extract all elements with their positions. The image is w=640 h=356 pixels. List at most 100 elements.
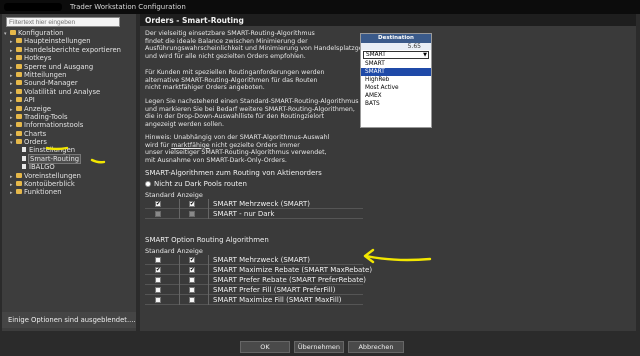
folder-icon xyxy=(16,71,22,77)
standard-checkbox[interactable] xyxy=(155,287,161,293)
folder-icon xyxy=(16,172,22,178)
doc-icon xyxy=(22,155,26,161)
destination-selected: SMART xyxy=(366,52,386,58)
option-section-title: SMART Option Routing Algorithmen xyxy=(145,236,269,244)
filter-input[interactable] xyxy=(6,17,120,27)
tree-item[interactable]: ▸ Voreinstellungen xyxy=(4,172,134,180)
dark-pools-label: Nicht zu Dark Pools routen xyxy=(154,180,247,188)
folder-icon xyxy=(16,122,22,128)
destination-select[interactable]: SMART ▼ xyxy=(363,51,429,59)
intro-paragraph-3: Legen Sie nachstehend einen Standard-SMA… xyxy=(145,98,372,128)
standard-checkbox[interactable] xyxy=(155,277,161,283)
tree-item[interactable]: ▸ Hotkeys xyxy=(4,54,134,62)
cancel-button[interactable]: Abbrechen xyxy=(348,341,404,353)
tree-item[interactable]: ▸ Mitteilungen xyxy=(4,71,134,79)
folder-icon xyxy=(10,30,16,35)
algorithm-name: SMART Prefer Fill (SMART PreferFill) xyxy=(208,285,363,295)
folder-icon xyxy=(16,80,22,86)
tree-item[interactable]: ▸ Charts xyxy=(4,130,134,138)
standard-checkbox[interactable]: ✔ xyxy=(155,201,161,207)
ok-button[interactable]: OK xyxy=(240,341,290,353)
page-title: Orders - Smart-Routing xyxy=(145,16,244,25)
standard-checkbox[interactable] xyxy=(155,211,161,217)
display-checkbox[interactable] xyxy=(189,297,195,303)
tree-item[interactable]: ▸ Sound-Manager xyxy=(4,79,134,87)
column-divider xyxy=(179,255,180,265)
tree-item[interactable]: IBALGO xyxy=(4,163,134,171)
destination-option[interactable]: SMART xyxy=(361,68,431,76)
destination-option[interactable]: HighReb xyxy=(361,76,431,84)
option-col-anzeige: Anzeige xyxy=(177,247,203,255)
hidden-options-link[interactable]: Einige Optionen sind ausgeblendet.... xyxy=(2,312,136,328)
standard-checkbox[interactable]: ✔ xyxy=(155,267,161,273)
tree-item[interactable]: ▾ Orders xyxy=(4,138,134,146)
content-panel: Orders - Smart-Routing Der vielseitig ei… xyxy=(140,14,636,331)
display-checkbox[interactable]: ✔ xyxy=(189,267,195,273)
column-divider xyxy=(179,199,180,209)
tree-item[interactable]: Smart-Routing xyxy=(4,153,134,164)
display-checkbox[interactable] xyxy=(189,277,195,283)
redacted-area xyxy=(4,3,62,11)
algorithm-name: SMART Mehrzweck (SMART) xyxy=(208,255,363,265)
tree-item-label: Informationstools xyxy=(24,121,84,130)
hint-link[interactable]: marktfähige xyxy=(171,142,209,149)
tree-item[interactable]: ▸ Sperre und Ausgang xyxy=(4,63,134,71)
title-bar: Trader Workstation Configuration xyxy=(0,0,640,14)
doc-icon xyxy=(22,164,26,170)
intro-paragraph-2: Für Kunden mit speziellen Routinganforde… xyxy=(145,69,325,91)
tree-item-label: Charts xyxy=(24,129,47,138)
algorithm-name: SMART Maximize Fill (SMART MaxFill) xyxy=(208,295,363,305)
stock-section-title: SMART-Algorithmen zum Routing von Aktien… xyxy=(145,169,322,177)
column-divider xyxy=(179,265,180,275)
tree-item[interactable]: ▸ API xyxy=(4,96,134,104)
window-title: Trader Workstation Configuration xyxy=(70,3,186,11)
tree-item-label: Smart-Routing xyxy=(27,153,82,164)
tree-item-label: Handelsberichte exportieren xyxy=(24,45,121,54)
destination-option[interactable]: Most Active xyxy=(361,84,431,92)
standard-checkbox[interactable] xyxy=(155,297,161,303)
tree-item[interactable]: ▸ Volatilität und Analyse xyxy=(4,88,134,96)
destination-option[interactable]: SMART xyxy=(361,60,431,68)
tree-item[interactable]: ▸ Handelsberichte exportieren xyxy=(4,46,134,54)
folder-icon xyxy=(16,105,22,111)
apply-button[interactable]: Übernehmen xyxy=(294,341,344,353)
tree-item-label: Voreinstellungen xyxy=(24,171,81,180)
tree-item-label: Sound-Manager xyxy=(24,79,78,88)
folder-icon xyxy=(16,55,22,61)
tree-item[interactable]: ▸ Informationstools xyxy=(4,121,134,129)
destination-header: Destination xyxy=(361,34,431,43)
destination-price: 5.65 xyxy=(361,43,431,50)
algorithm-name: SMART - nur Dark xyxy=(208,209,363,219)
display-checkbox[interactable] xyxy=(189,211,195,217)
table-row: ✔ ✔ SMART Maximize Rebate (SMART MaxRebate… xyxy=(145,265,372,275)
folder-icon xyxy=(16,63,22,69)
radio-icon[interactable] xyxy=(145,180,151,187)
standard-checkbox[interactable] xyxy=(155,257,161,263)
stock-col-standard: Standard xyxy=(145,191,175,199)
tree-item[interactable]: ▸ Kontoüberblick xyxy=(4,180,134,188)
tree-item-label: Haupteinstellungen xyxy=(24,37,91,46)
tree-item-label: Orders xyxy=(24,138,47,147)
dark-pools-option[interactable]: Nicht zu Dark Pools routen xyxy=(145,180,247,188)
tree-item[interactable]: ▸ Anzeige xyxy=(4,105,134,113)
tree-item[interactable]: ▾ Konfiguration xyxy=(4,29,134,37)
config-tree: ▾ Konfiguration ▸ Haupteinstellungen ▸ Handel… xyxy=(4,29,134,197)
tree-item-label: IBALGO xyxy=(29,163,55,172)
display-checkbox[interactable] xyxy=(189,287,195,293)
tree-item[interactable]: ▸ Funktionen xyxy=(4,188,134,196)
tree-item[interactable]: Einstellungen xyxy=(4,146,134,154)
destination-option[interactable]: BATS xyxy=(361,100,431,108)
tree-item[interactable]: ▸ Haupteinstellungen xyxy=(4,37,134,45)
tree-item-label: Einstellungen xyxy=(29,146,76,155)
display-checkbox[interactable]: ✔ xyxy=(189,201,195,207)
doc-icon xyxy=(22,147,26,153)
display-checkbox[interactable]: ✔ xyxy=(189,257,195,263)
column-divider xyxy=(179,275,180,285)
tree-item[interactable]: ▸ Trading-Tools xyxy=(4,113,134,121)
destination-option[interactable]: AMEX xyxy=(361,92,431,100)
column-divider xyxy=(179,295,180,305)
folder-icon xyxy=(16,97,22,103)
tree-item-label: Anzeige xyxy=(24,104,52,113)
tree-item-label: Mitteilungen xyxy=(24,70,67,79)
table-row: SMART Maximize Fill (SMART MaxFill) xyxy=(145,295,363,305)
